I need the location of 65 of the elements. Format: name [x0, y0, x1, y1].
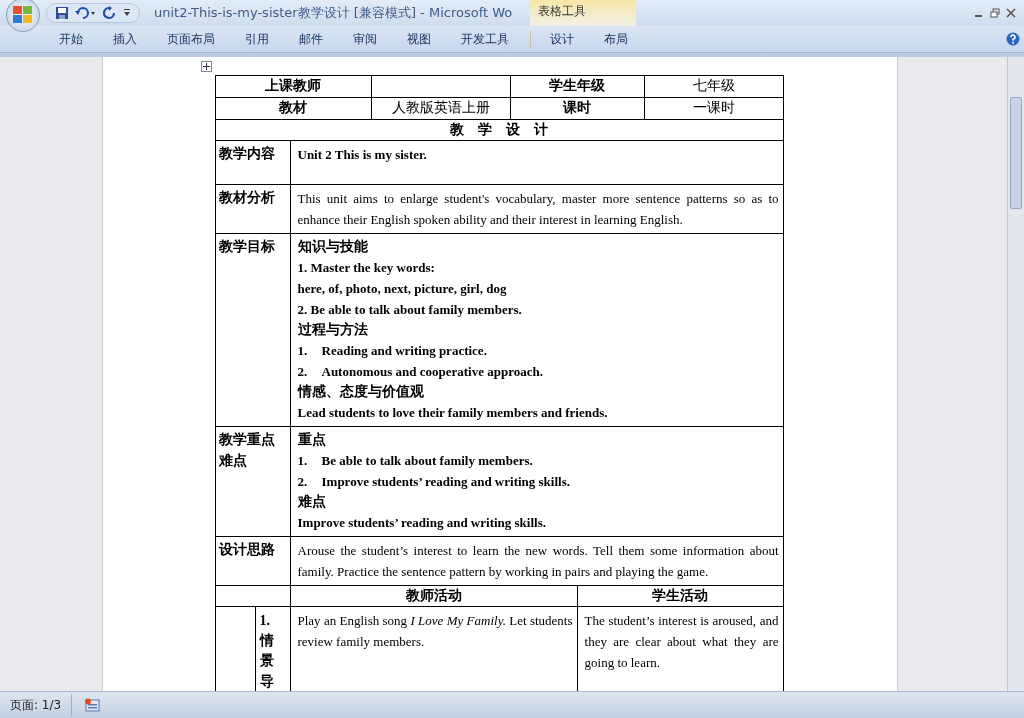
section-label: 难点	[218, 452, 248, 470]
section-label: 教学重点	[218, 431, 276, 449]
subheading: 重点	[297, 431, 327, 449]
help-icon[interactable]	[1006, 32, 1020, 46]
stage-number: 1.	[259, 612, 271, 630]
text-line: Unit 2 This is my sister.	[297, 146, 428, 164]
list-number: 1.	[297, 452, 309, 470]
list-item: Reading and writing practice.	[321, 342, 487, 360]
ribbon-tab[interactable]: 视图	[392, 30, 446, 48]
list-item: Improve students’ reading and writing skills.	[321, 473, 570, 491]
paragraph: Play an English song I Love My Family. Let students review family members.	[297, 612, 573, 651]
restore-icon[interactable]	[990, 8, 1000, 18]
table-cell: 七年级	[644, 75, 784, 98]
document-status-icon[interactable]	[84, 698, 101, 712]
window-title: unit2-This-is-my-sister教学设计 [兼容模式] - Microsoft Wo	[154, 4, 513, 22]
page-indicator[interactable]: 页面: 1/3	[0, 694, 73, 716]
customize-toolbar-icon[interactable]	[123, 8, 131, 18]
table-move-handle-icon[interactable]	[200, 61, 212, 72]
text-line: here, of, photo, next, picture, girl, dog	[297, 280, 508, 298]
list-number: 2.	[297, 363, 309, 381]
subheading: 难点	[297, 493, 327, 511]
table-cell: 课时	[510, 97, 645, 120]
column-header: 学生活动	[577, 585, 784, 607]
section-label: 设计思路	[218, 541, 276, 559]
text-line: Improve students’ reading and writing skills.	[297, 514, 547, 532]
office-button[interactable]	[6, 0, 40, 32]
ribbon-tab[interactable]: 开始	[44, 30, 98, 48]
ribbon-tab[interactable]: 布局	[589, 30, 643, 48]
paragraph: Arouse the student’s interest to learn the new words. Tell them some information about family. Practice the sentence pattern by working in pairs and playing the game.	[297, 542, 779, 581]
undo-icon[interactable]	[75, 6, 97, 20]
ribbon-tab[interactable]: 审阅	[338, 30, 392, 48]
table-cell: 人教版英语上册	[371, 97, 511, 120]
table-heading: 教 学 设 计	[215, 119, 784, 141]
table-cell: 一课时	[644, 97, 784, 120]
list-item: Autonomous and cooperative approach.	[321, 363, 543, 381]
redo-icon[interactable]	[103, 6, 117, 20]
ribbon-tab[interactable]: 引用	[230, 30, 284, 48]
ribbon-tab[interactable]: 设计	[535, 30, 589, 48]
vertical-scrollbar[interactable]	[1007, 57, 1024, 691]
text-line: Lead students to love their family members and friends.	[297, 404, 609, 422]
table-cell: 上课教师	[215, 75, 372, 98]
ribbon-tab[interactable]: 开发工具	[446, 30, 524, 48]
subheading: 知识与技能	[297, 238, 369, 256]
ribbon-tab[interactable]: 页面布局	[152, 30, 230, 48]
list-number: 1.	[297, 342, 309, 360]
context-tab-group: 表格工具	[530, 0, 637, 26]
table-cell: 教材	[215, 97, 372, 120]
subheading: 情感、态度与价值观	[297, 383, 425, 401]
section-label: 教学内容	[218, 145, 276, 163]
list-item: Be able to talk about family members.	[321, 452, 533, 470]
ribbon-tab[interactable]: 邮件	[284, 30, 338, 48]
paragraph: This unit aims to enlarge student's vocabulary, master more sentence patterns so as to enhance their English spoken ability and their interest in learning English.	[297, 190, 779, 229]
paragraph: The student’s interest is aroused, and they are clear about what they are going to learn.	[584, 612, 779, 672]
section-label: 教学目标	[218, 238, 276, 256]
column-header: 教师活动	[290, 585, 578, 607]
list-number: 2.	[297, 473, 309, 491]
save-icon[interactable]	[55, 6, 69, 20]
close-icon[interactable]	[1006, 8, 1016, 18]
table-cell: 学生年级	[510, 75, 645, 98]
section-label: 教材分析	[218, 189, 276, 207]
ribbon-tab[interactable]: 插入	[98, 30, 152, 48]
text-line: 1. Master the key words:	[297, 259, 436, 277]
text-line: 2. Be able to talk about family members.	[297, 301, 523, 319]
stage-title: 情景导	[259, 632, 274, 691]
subheading: 过程与方法	[297, 321, 369, 339]
